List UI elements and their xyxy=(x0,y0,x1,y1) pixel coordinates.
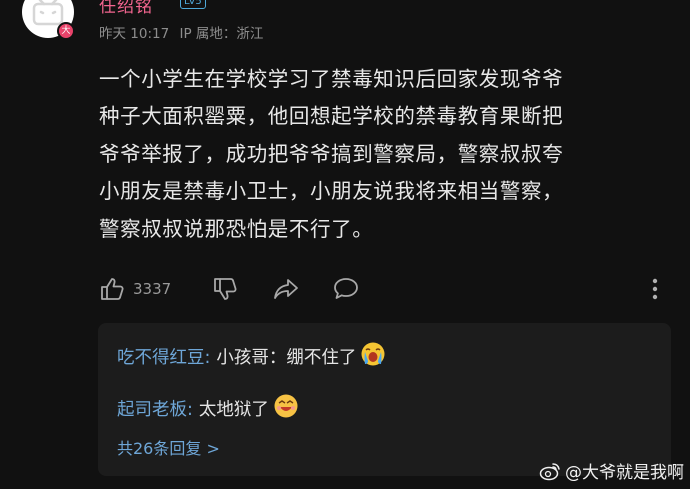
reply-user[interactable]: 起司老板: xyxy=(117,396,193,421)
thumbs-down-icon xyxy=(214,278,237,300)
share-button[interactable] xyxy=(272,276,300,302)
share-icon xyxy=(274,279,298,299)
view-all-replies-link[interactable]: 共26条回复 > xyxy=(117,435,220,459)
dislike-button[interactable] xyxy=(212,276,238,302)
vip-badge: 大 xyxy=(57,22,75,40)
comment-meta: 昨天 10:17 IP 属地：浙江 xyxy=(99,22,269,42)
comment-line: 小朋友是禁毒小卫士，小朋友说我将来相当警察， xyxy=(99,179,564,204)
more-button[interactable] xyxy=(649,276,661,302)
ip-location: IP 属地：浙江 xyxy=(179,26,264,42)
author-name[interactable]: 任绍铭 xyxy=(99,0,153,17)
thumbs-up-icon xyxy=(101,278,124,300)
comment-body: 一个小学生在学校学习了禁毒知识后回家发现爷爷 种子大面积罂粟，他回想起学校的禁毒… xyxy=(99,61,669,248)
reply-text: 太地狱了 xyxy=(198,400,269,420)
replies-panel: 吃不得红豆: 小孩哥：绷不住了 起司老板: 太地狱了 共26条回复 > xyxy=(98,323,671,476)
comment-line: 爷爷举报了，成功把爷爷搞到警察局，警察叔叔夸 xyxy=(99,141,564,166)
more-icon xyxy=(652,278,658,300)
reply-item[interactable]: 起司老板: 太地狱了 xyxy=(117,393,299,424)
comment-line: 一个小学生在学校学习了禁毒知识后回家发现爷爷 xyxy=(99,67,564,91)
reply-user[interactable]: 吃不得红豆: xyxy=(117,344,210,369)
reply-item[interactable]: 吃不得红豆: 小孩哥：绷不住了 xyxy=(117,341,386,372)
weibo-logo-icon xyxy=(539,462,560,480)
level-badge: LV5 xyxy=(180,0,206,9)
watermark-text: @大爷就是我啊 xyxy=(565,463,684,483)
reply-button[interactable] xyxy=(332,276,360,302)
crying-face-icon xyxy=(360,341,386,372)
like-button[interactable]: 3337 xyxy=(99,276,171,302)
like-count: 3337 xyxy=(133,280,172,298)
action-bar: 3337 xyxy=(99,276,669,306)
comment-line: 警察叔叔说那恐怕是不行了。 xyxy=(99,216,374,241)
weibo-watermark: @大爷就是我啊 xyxy=(539,458,684,483)
laughing-face-icon xyxy=(273,393,299,424)
comment-time: 昨天 10:17 xyxy=(99,26,170,42)
reply-text: 小孩哥：绷不住了 xyxy=(216,348,357,368)
comment-icon xyxy=(334,278,358,299)
comment-line: 种子大面积罂粟，他回想起学校的禁毒教育果断把 xyxy=(99,104,564,129)
